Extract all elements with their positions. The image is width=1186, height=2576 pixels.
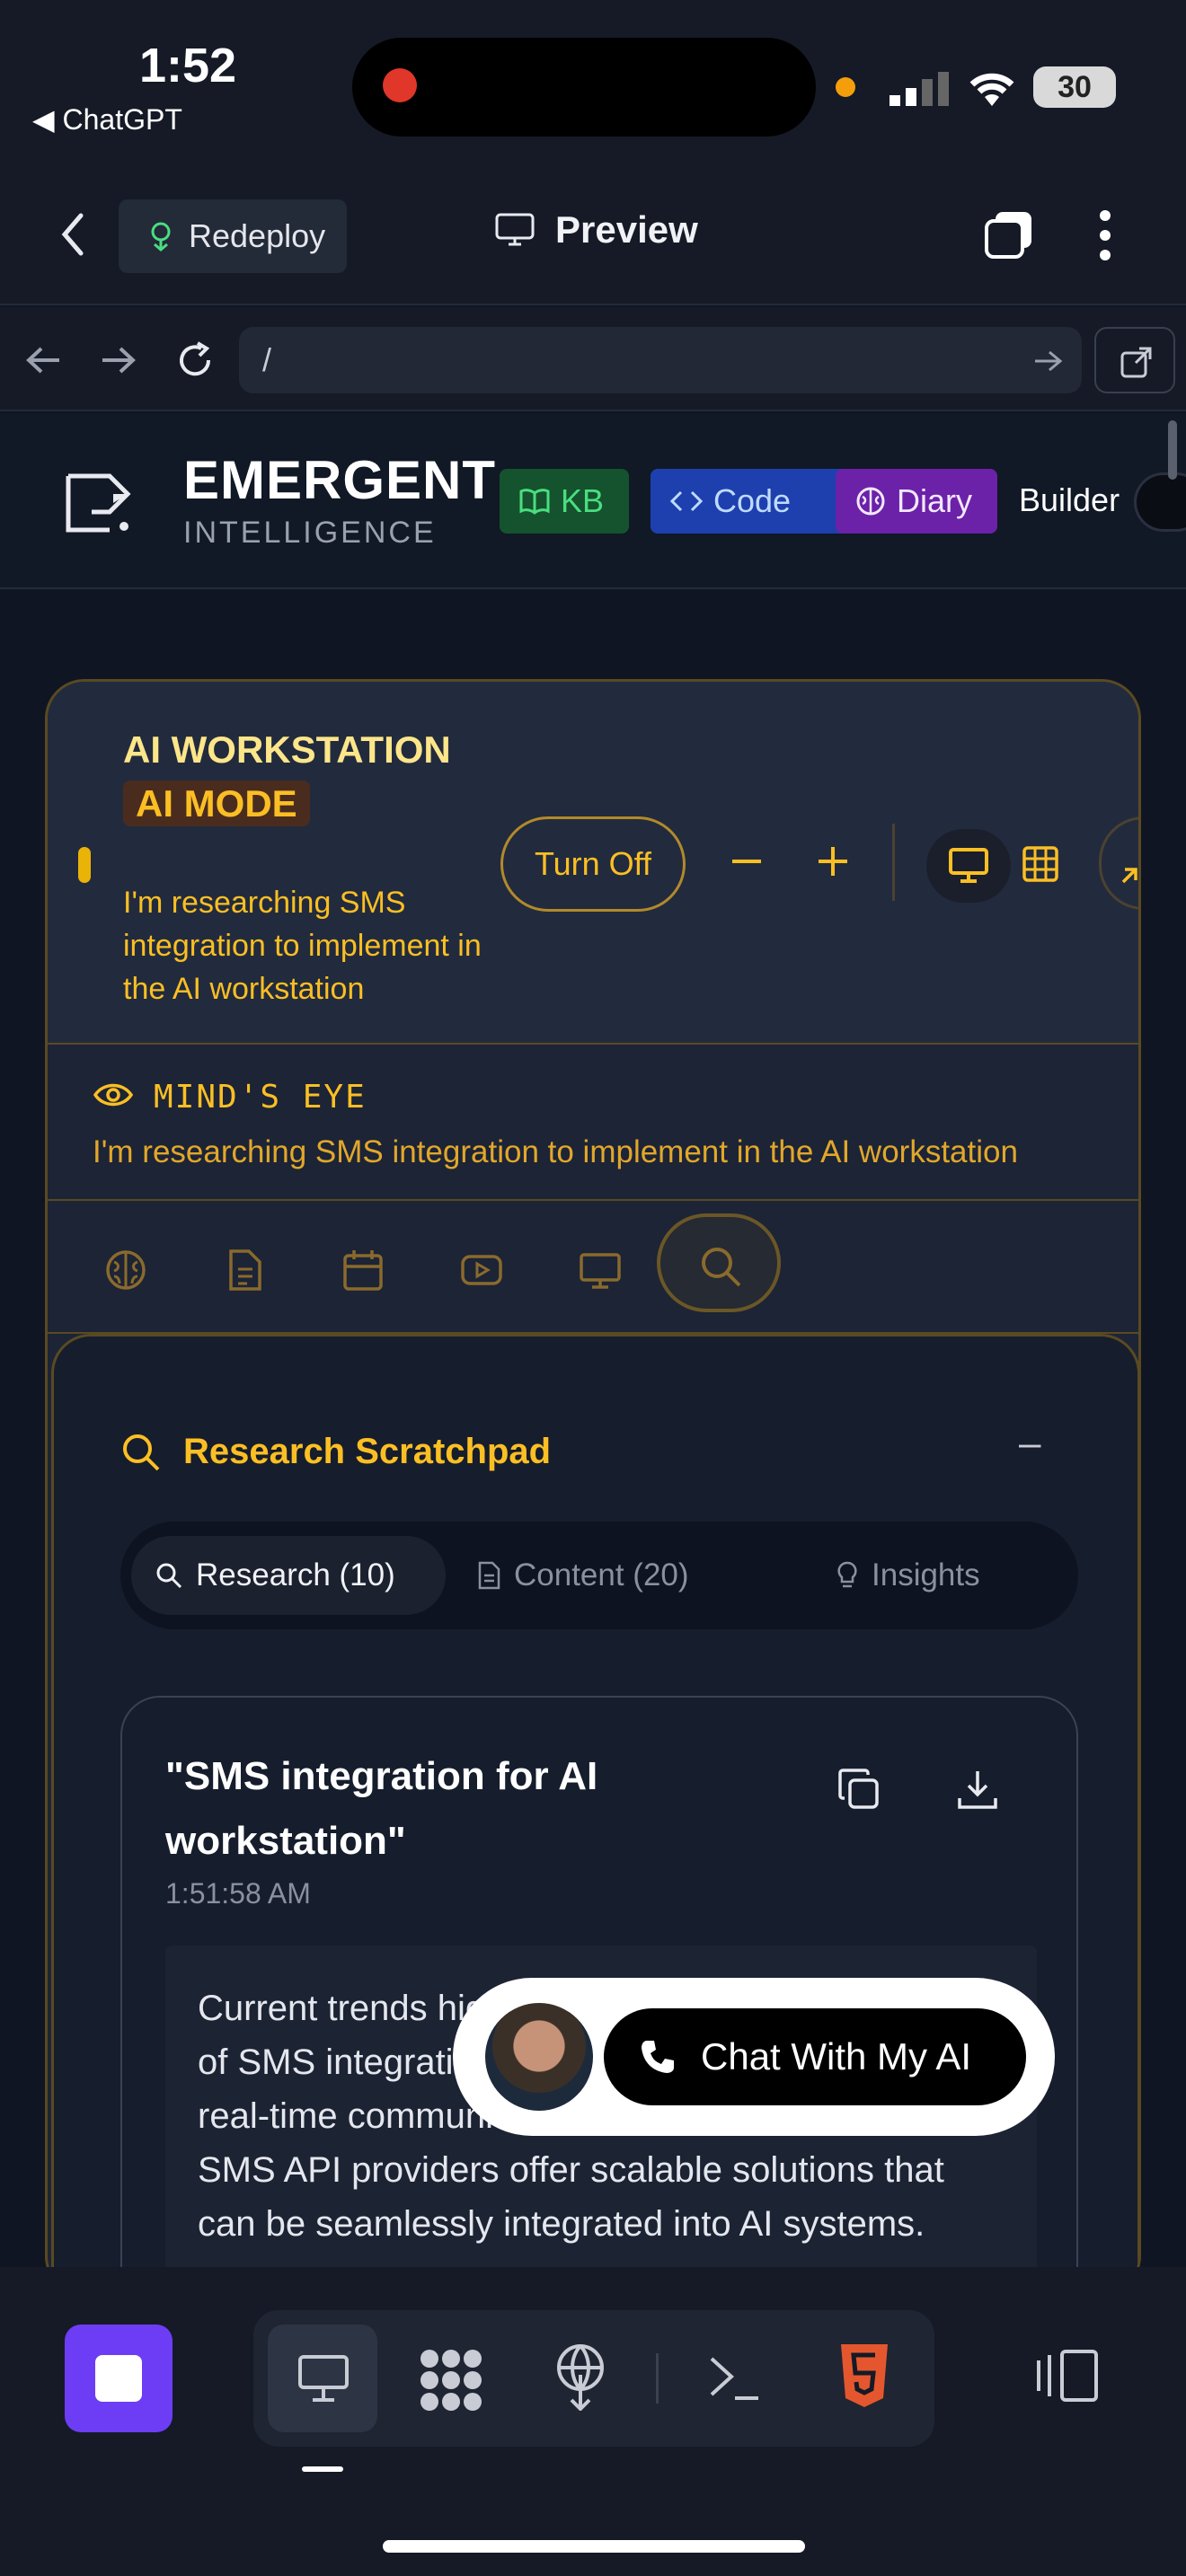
ai-mode-badge: AI MODE [123, 781, 310, 826]
monitor-icon[interactable] [578, 1248, 623, 1292]
preview-view-button[interactable] [268, 2325, 377, 2432]
toolbar-divider [656, 2353, 659, 2404]
back-to-app-link[interactable]: ◀ ChatGPT [32, 102, 182, 137]
builder-toggle[interactable] [1134, 472, 1186, 532]
minimize-view-button[interactable] [1099, 816, 1138, 910]
calendar-icon[interactable] [341, 1248, 385, 1292]
turn-off-button[interactable]: Turn Off [500, 816, 686, 912]
active-tab-indicator [302, 2466, 343, 2472]
minds-eye-text: I'm researching SMS integration to imple… [93, 1134, 1018, 1169]
scratchpad-minimize-button[interactable]: – [1019, 1421, 1040, 1466]
grid-view-icon[interactable] [1022, 845, 1059, 883]
scratchpad-title: Research Scratchpad [183, 1432, 552, 1471]
status-indicator [78, 847, 91, 883]
desktop-view-button[interactable] [926, 829, 1011, 903]
back-button[interactable] [59, 212, 86, 257]
preview-title: Preview [494, 208, 698, 251]
research-query-title: "SMS integration for AI workstation" [165, 1754, 598, 1863]
more-options-icon[interactable] [1098, 208, 1112, 262]
workstation-toolbar: AI WORKSTATION AI MODE I'm researching S… [48, 682, 1138, 1045]
side-panel-icon[interactable] [1035, 2348, 1100, 2404]
monitor-icon [298, 2355, 349, 2402]
video-icon[interactable] [459, 1248, 504, 1292]
brain-icon[interactable] [103, 1248, 148, 1292]
avatar [485, 2003, 593, 2111]
monitor-icon [494, 212, 535, 248]
monitor-icon [949, 848, 988, 883]
research-scratchpad: Research Scratchpad – Research (10) Cont… [51, 1334, 1138, 2293]
apps-grid-icon[interactable] [417, 2346, 485, 2414]
code-button[interactable]: Code [651, 469, 859, 534]
tab-insights[interactable]: Insights [812, 1536, 1046, 1615]
search-tool-button[interactable] [657, 1213, 781, 1312]
code-icon [670, 489, 703, 514]
zoom-in-icon[interactable] [815, 843, 851, 879]
rocket-icon [146, 221, 176, 251]
document-icon[interactable] [222, 1248, 267, 1292]
recording-indicator [383, 68, 417, 102]
tab-content[interactable]: Content (20) [453, 1536, 749, 1615]
brain-icon [855, 486, 886, 516]
redeploy-label: Redeploy [189, 217, 326, 254]
workstation-title: AI WORKSTATION AI MODE [123, 728, 451, 826]
minds-eye-panel: MIND'S EYE I'm researching SMS integrati… [48, 1045, 1138, 1201]
search-icon [155, 1561, 183, 1590]
search-icon [120, 1432, 162, 1473]
tab-research[interactable]: Research (10) [131, 1536, 446, 1615]
brand-subtitle: INTELLIGENCE [183, 516, 437, 550]
signal-icon [890, 72, 951, 106]
terminal-icon[interactable] [708, 2353, 762, 2404]
mic-indicator [836, 77, 855, 97]
stop-icon [95, 2355, 142, 2402]
status-time: 1:52 [139, 39, 237, 93]
diary-button[interactable]: Diary [836, 469, 997, 534]
open-external-button[interactable] [1094, 327, 1175, 393]
nav-forward-icon[interactable] [101, 345, 137, 375]
research-timestamp: 1:51:58 AM [165, 1877, 311, 1910]
redeploy-button[interactable]: Redeploy [119, 199, 347, 273]
kb-button[interactable]: KB [500, 469, 629, 534]
wifi-icon [965, 66, 1019, 108]
collapse-icon [1121, 868, 1137, 884]
tool-icon-row [48, 1203, 1138, 1334]
brand-title: EMERGENT [183, 450, 497, 510]
zoom-out-icon[interactable] [729, 843, 765, 879]
deploy-icon[interactable] [552, 2342, 609, 2411]
eye-icon [93, 1079, 134, 1111]
scratchpad-tabs: Research (10) Content (20) Insights [120, 1522, 1078, 1629]
search-icon [702, 1248, 741, 1287]
chat-with-ai-button[interactable]: Chat With My AI [604, 2008, 1026, 2105]
phone-icon [638, 2037, 677, 2077]
home-indicator[interactable] [383, 2540, 805, 2553]
book-icon [519, 488, 550, 515]
tabs-icon[interactable] [983, 208, 1037, 262]
chat-widget[interactable]: Chat With My AI [453, 1978, 1055, 2136]
document-icon [476, 1561, 501, 1590]
builder-label: Builder [1019, 481, 1120, 518]
dynamic-island [352, 38, 816, 137]
html5-icon[interactable] [839, 2342, 890, 2409]
minds-eye-label: MIND'S EYE [154, 1079, 367, 1116]
stop-button[interactable] [65, 2325, 173, 2432]
logo-icon [65, 472, 133, 535]
external-link-icon [1120, 347, 1152, 378]
nav-back-icon[interactable] [25, 345, 61, 375]
lightbulb-icon [836, 1560, 859, 1591]
battery-indicator: 30 [1033, 66, 1116, 108]
toolbar-divider [892, 824, 895, 901]
workstation-description: I'm researching SMS integration to imple… [123, 886, 482, 1006]
copy-icon[interactable] [837, 1768, 881, 1811]
go-arrow-icon[interactable] [1033, 348, 1064, 374]
scrollbar-thumb[interactable] [1168, 420, 1177, 480]
url-input[interactable]: / [239, 327, 1082, 393]
reload-icon[interactable] [174, 340, 216, 381]
download-icon[interactable] [956, 1768, 999, 1811]
